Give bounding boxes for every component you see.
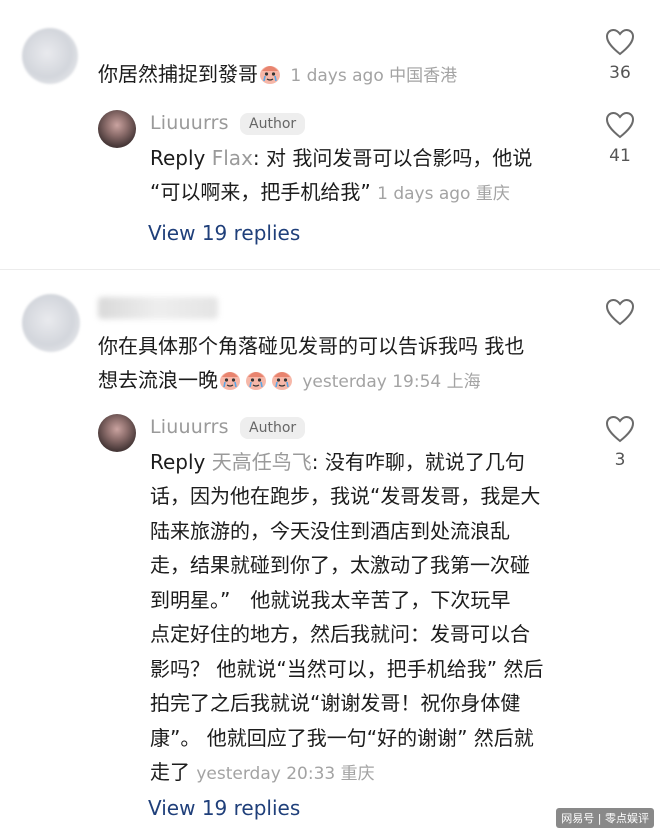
like-heart-icon[interactable] <box>605 298 635 326</box>
crying-emoji-icon <box>220 372 240 390</box>
comment-meta: yesterday 19:54 上海 <box>302 372 481 392</box>
like-heart-icon[interactable] <box>605 28 635 56</box>
crying-emoji-icon <box>260 66 280 84</box>
watermark: 网易号 | 零点娱评 <box>556 808 654 828</box>
reply-to-name[interactable]: Flax <box>212 146 253 170</box>
divider <box>0 269 660 270</box>
like-heart-icon[interactable] <box>605 415 635 443</box>
author-avatar[interactable] <box>98 110 136 148</box>
comment-text-line2: 想去流浪一晚 yesterday 19:54 上海 <box>98 368 481 392</box>
view-replies-link[interactable]: View 19 replies <box>148 796 300 820</box>
commenter-avatar[interactable] <box>22 294 80 352</box>
reply-author-name[interactable]: Liuuurrs <box>150 112 229 134</box>
crying-emoji-icon <box>246 372 266 390</box>
comment-text: 你在具体那个角落碰见发哥的可以告诉我吗 我也 <box>98 334 525 358</box>
author-badge: Author <box>240 417 306 439</box>
comment-meta: 1 days ago 中国香港 <box>290 66 458 86</box>
comment-text: 你居然捕捉到發哥 1 days ago 中国香港 <box>98 62 458 86</box>
like-count: 3 <box>614 450 626 470</box>
reply-meta: 1 days ago 重庆 <box>377 184 510 204</box>
reply-author-name[interactable]: Liuuurrs <box>150 416 229 438</box>
reply-text: Reply Flax: 对 我问发哥可以合影吗，他说 <box>150 146 533 170</box>
author-avatar[interactable] <box>98 414 136 452</box>
reply-text-line2: “可以啊来，把手机给我” 1 days ago 重庆 <box>150 180 510 204</box>
like-heart-icon[interactable] <box>605 111 635 139</box>
like-count: 41 <box>609 146 631 166</box>
like-count: 36 <box>609 63 631 83</box>
reply-text-body: 话，因为他在跑步，我说“发哥发哥，我是大 陆来旅游的，今天没住到酒店到处流浪乱 … <box>150 484 544 784</box>
blurred-username <box>98 297 218 319</box>
view-replies-link[interactable]: View 19 replies <box>148 221 300 245</box>
reply-meta: yesterday 20:33 重庆 <box>196 764 375 784</box>
reply-to-name[interactable]: 天高任鸟飞 <box>212 450 312 474</box>
crying-emoji-icon <box>272 372 292 390</box>
author-badge: Author <box>240 113 306 135</box>
commenter-avatar[interactable] <box>22 28 78 84</box>
reply-text: Reply 天高任鸟飞: 没有咋聊，就说了几句 <box>150 450 525 474</box>
